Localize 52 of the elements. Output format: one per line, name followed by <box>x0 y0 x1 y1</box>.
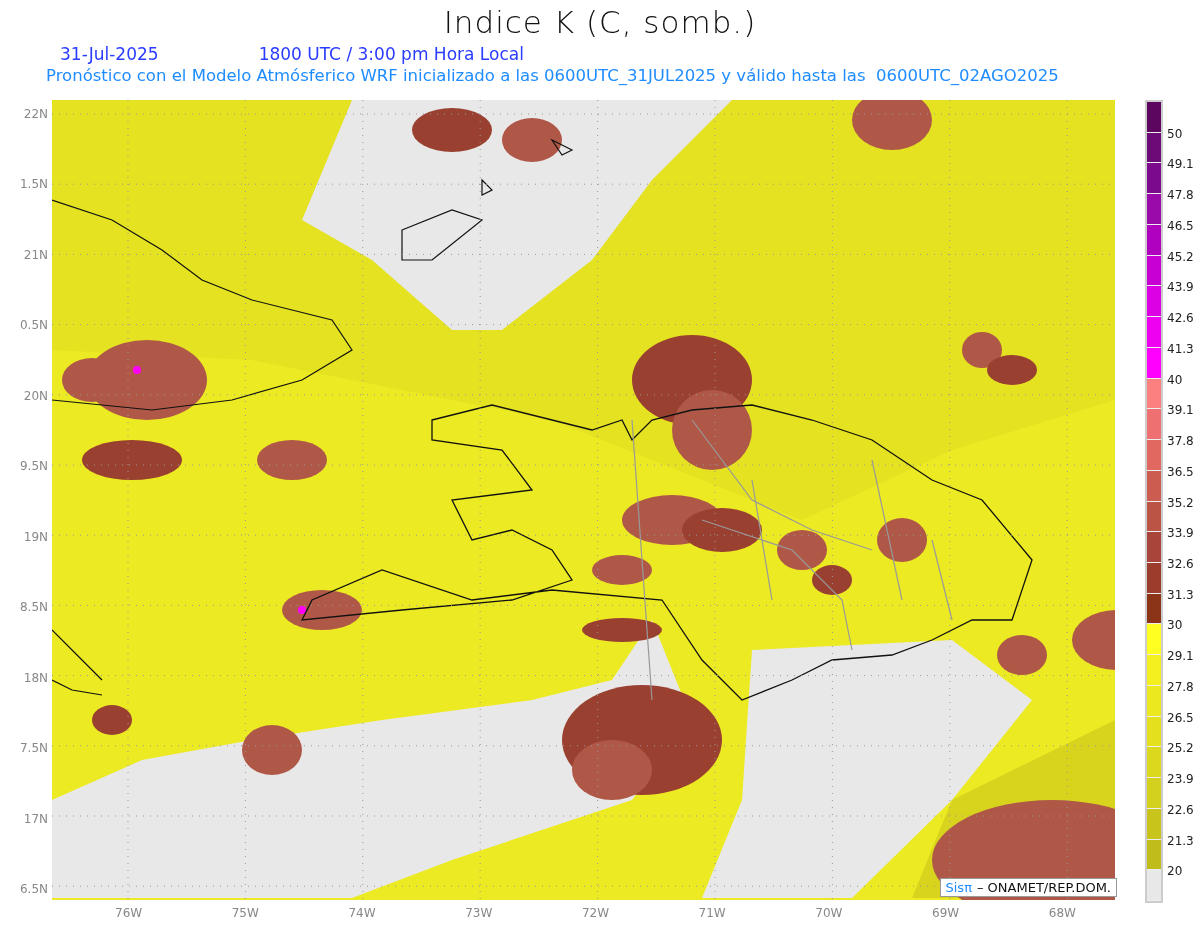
credit-text: – ONAMET/REP.DOM. <box>976 880 1111 895</box>
scale-label: 39.1 <box>1167 403 1194 418</box>
scale-label: 22.6 <box>1167 802 1194 817</box>
latitude-label: 7.5N <box>19 741 49 756</box>
scale-label: 35.2 <box>1167 495 1194 510</box>
latitude-label: 0.5N <box>19 318 49 333</box>
longitude-label: 72W <box>581 906 610 920</box>
latitude-label: 20N <box>23 388 49 403</box>
scale-label: 37.8 <box>1167 434 1194 449</box>
latitude-label: 22N <box>23 107 49 121</box>
longitude-label: 73W <box>465 906 494 920</box>
forecast-description: Pronóstico con el Modelo Atmósferico WRF inicializado a las 0600UTC_31JUL2025 y válido hasta las 0600UTC_02AGO2025 <box>45 66 1060 87</box>
scale-label: 36.5 <box>1167 464 1194 479</box>
scale-label: 20 <box>1167 864 1183 879</box>
longitude-label: 71W <box>698 906 727 920</box>
scale-label: 46.5 <box>1167 218 1194 233</box>
scale-label: 23.9 <box>1167 772 1194 787</box>
scale-label: 31.3 <box>1167 587 1194 602</box>
scale-label: 49.1 <box>1167 157 1194 172</box>
latitude-label: 9.5N <box>19 459 49 474</box>
latitude-label: 19N <box>23 529 49 544</box>
longitude-label: 70W <box>815 906 844 920</box>
scale-label: 30 <box>1167 618 1183 633</box>
scale-label: 47.8 <box>1167 188 1194 203</box>
forecast-date: 31-Jul-2025 <box>60 44 159 66</box>
scale-label: 21.3 <box>1167 833 1194 848</box>
chart-title: Indice K (C, somb.) <box>442 3 758 42</box>
scale-label: 50 <box>1167 126 1183 141</box>
brand-name: Sisπ <box>945 880 972 895</box>
scale-label: 32.6 <box>1167 557 1194 571</box>
scale-label: 41.3 <box>1167 341 1194 356</box>
latitude-label: 6.5N <box>19 882 49 896</box>
scale-label: 45.2 <box>1167 249 1194 264</box>
scale-label: 27.8 <box>1167 679 1194 694</box>
scale-label: 25.2 <box>1167 741 1194 756</box>
scale-label: 42.6 <box>1167 311 1194 326</box>
longitude-label: 68W <box>1048 906 1077 920</box>
latitude-label: 17N <box>23 811 49 826</box>
latitude-label: 18N <box>23 670 49 685</box>
latitude-label: 21N <box>23 247 49 262</box>
longitude-label: 69W <box>932 906 961 920</box>
scale-label: 26.5 <box>1167 710 1194 725</box>
scale-label: 43.9 <box>1167 280 1194 295</box>
longitude-label: 76W <box>115 906 144 920</box>
forecast-time: 1800 UTC / 3:00 pm Hora Local <box>258 44 524 66</box>
scale-label: 29.1 <box>1167 649 1194 664</box>
scale-label: 33.9 <box>1167 526 1194 541</box>
longitude-label: 75W <box>231 906 260 920</box>
latitude-label: 1.5N <box>19 177 49 192</box>
longitude-label: 74W <box>348 906 377 920</box>
scale-label: 40 <box>1167 372 1183 387</box>
latitude-label: 8.5N <box>19 600 49 615</box>
